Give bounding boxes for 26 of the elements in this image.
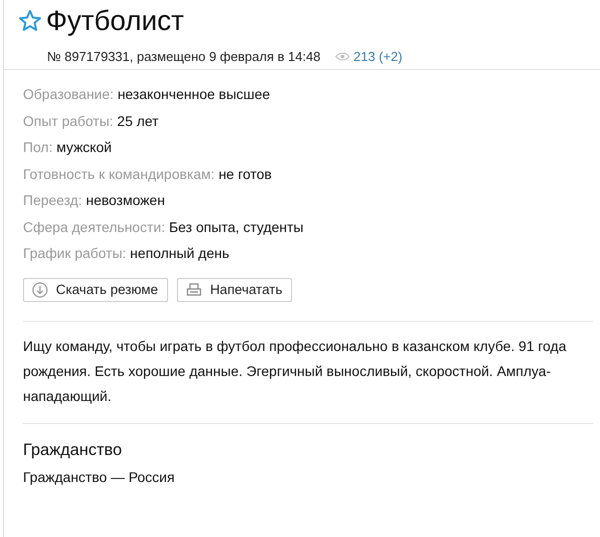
field-value: невозможен xyxy=(86,192,165,208)
field-value: незаконченное высшее xyxy=(118,86,270,102)
print-button[interactable]: Напечатать xyxy=(177,278,292,302)
field-label: Образование: xyxy=(23,86,114,102)
field-label: Опыт работы: xyxy=(23,112,114,128)
field-value: мужской xyxy=(56,139,112,155)
field-value: неполный день xyxy=(130,245,230,261)
field-value: не готов xyxy=(218,166,272,182)
field-label: График работы: xyxy=(23,245,126,261)
eye-icon xyxy=(334,52,350,61)
field-label: Готовность к командировкам: xyxy=(23,166,215,182)
listing-info: № 897179331, размещено 9 февраля в 14:48 xyxy=(47,49,321,64)
description-text: Ищу команду, чтобы играть в футбол профессионально в казанском клубе. 91 года рождения. Есть хорошие данные. Эгергичный выносливый, скоростной. Амплуа-нападающий. xyxy=(23,336,568,406)
star-icon[interactable] xyxy=(18,9,42,33)
download-button[interactable]: Скачать резюме xyxy=(23,278,168,302)
field-label: Переезд: xyxy=(23,192,82,208)
field-label: Пол: xyxy=(23,139,53,155)
printer-icon xyxy=(186,282,202,298)
field-label: Сфера деятельности: xyxy=(23,218,166,234)
page-title: Футболист xyxy=(46,6,184,36)
field-value: Без опыта, студенты xyxy=(168,218,304,234)
field-value: 25 лет xyxy=(117,112,159,128)
section-heading: Гражданство xyxy=(23,440,123,460)
citizenship-text: Гражданство — Россия xyxy=(23,468,176,484)
download-icon xyxy=(32,282,48,298)
view-count: 213 (+2) xyxy=(354,49,402,64)
